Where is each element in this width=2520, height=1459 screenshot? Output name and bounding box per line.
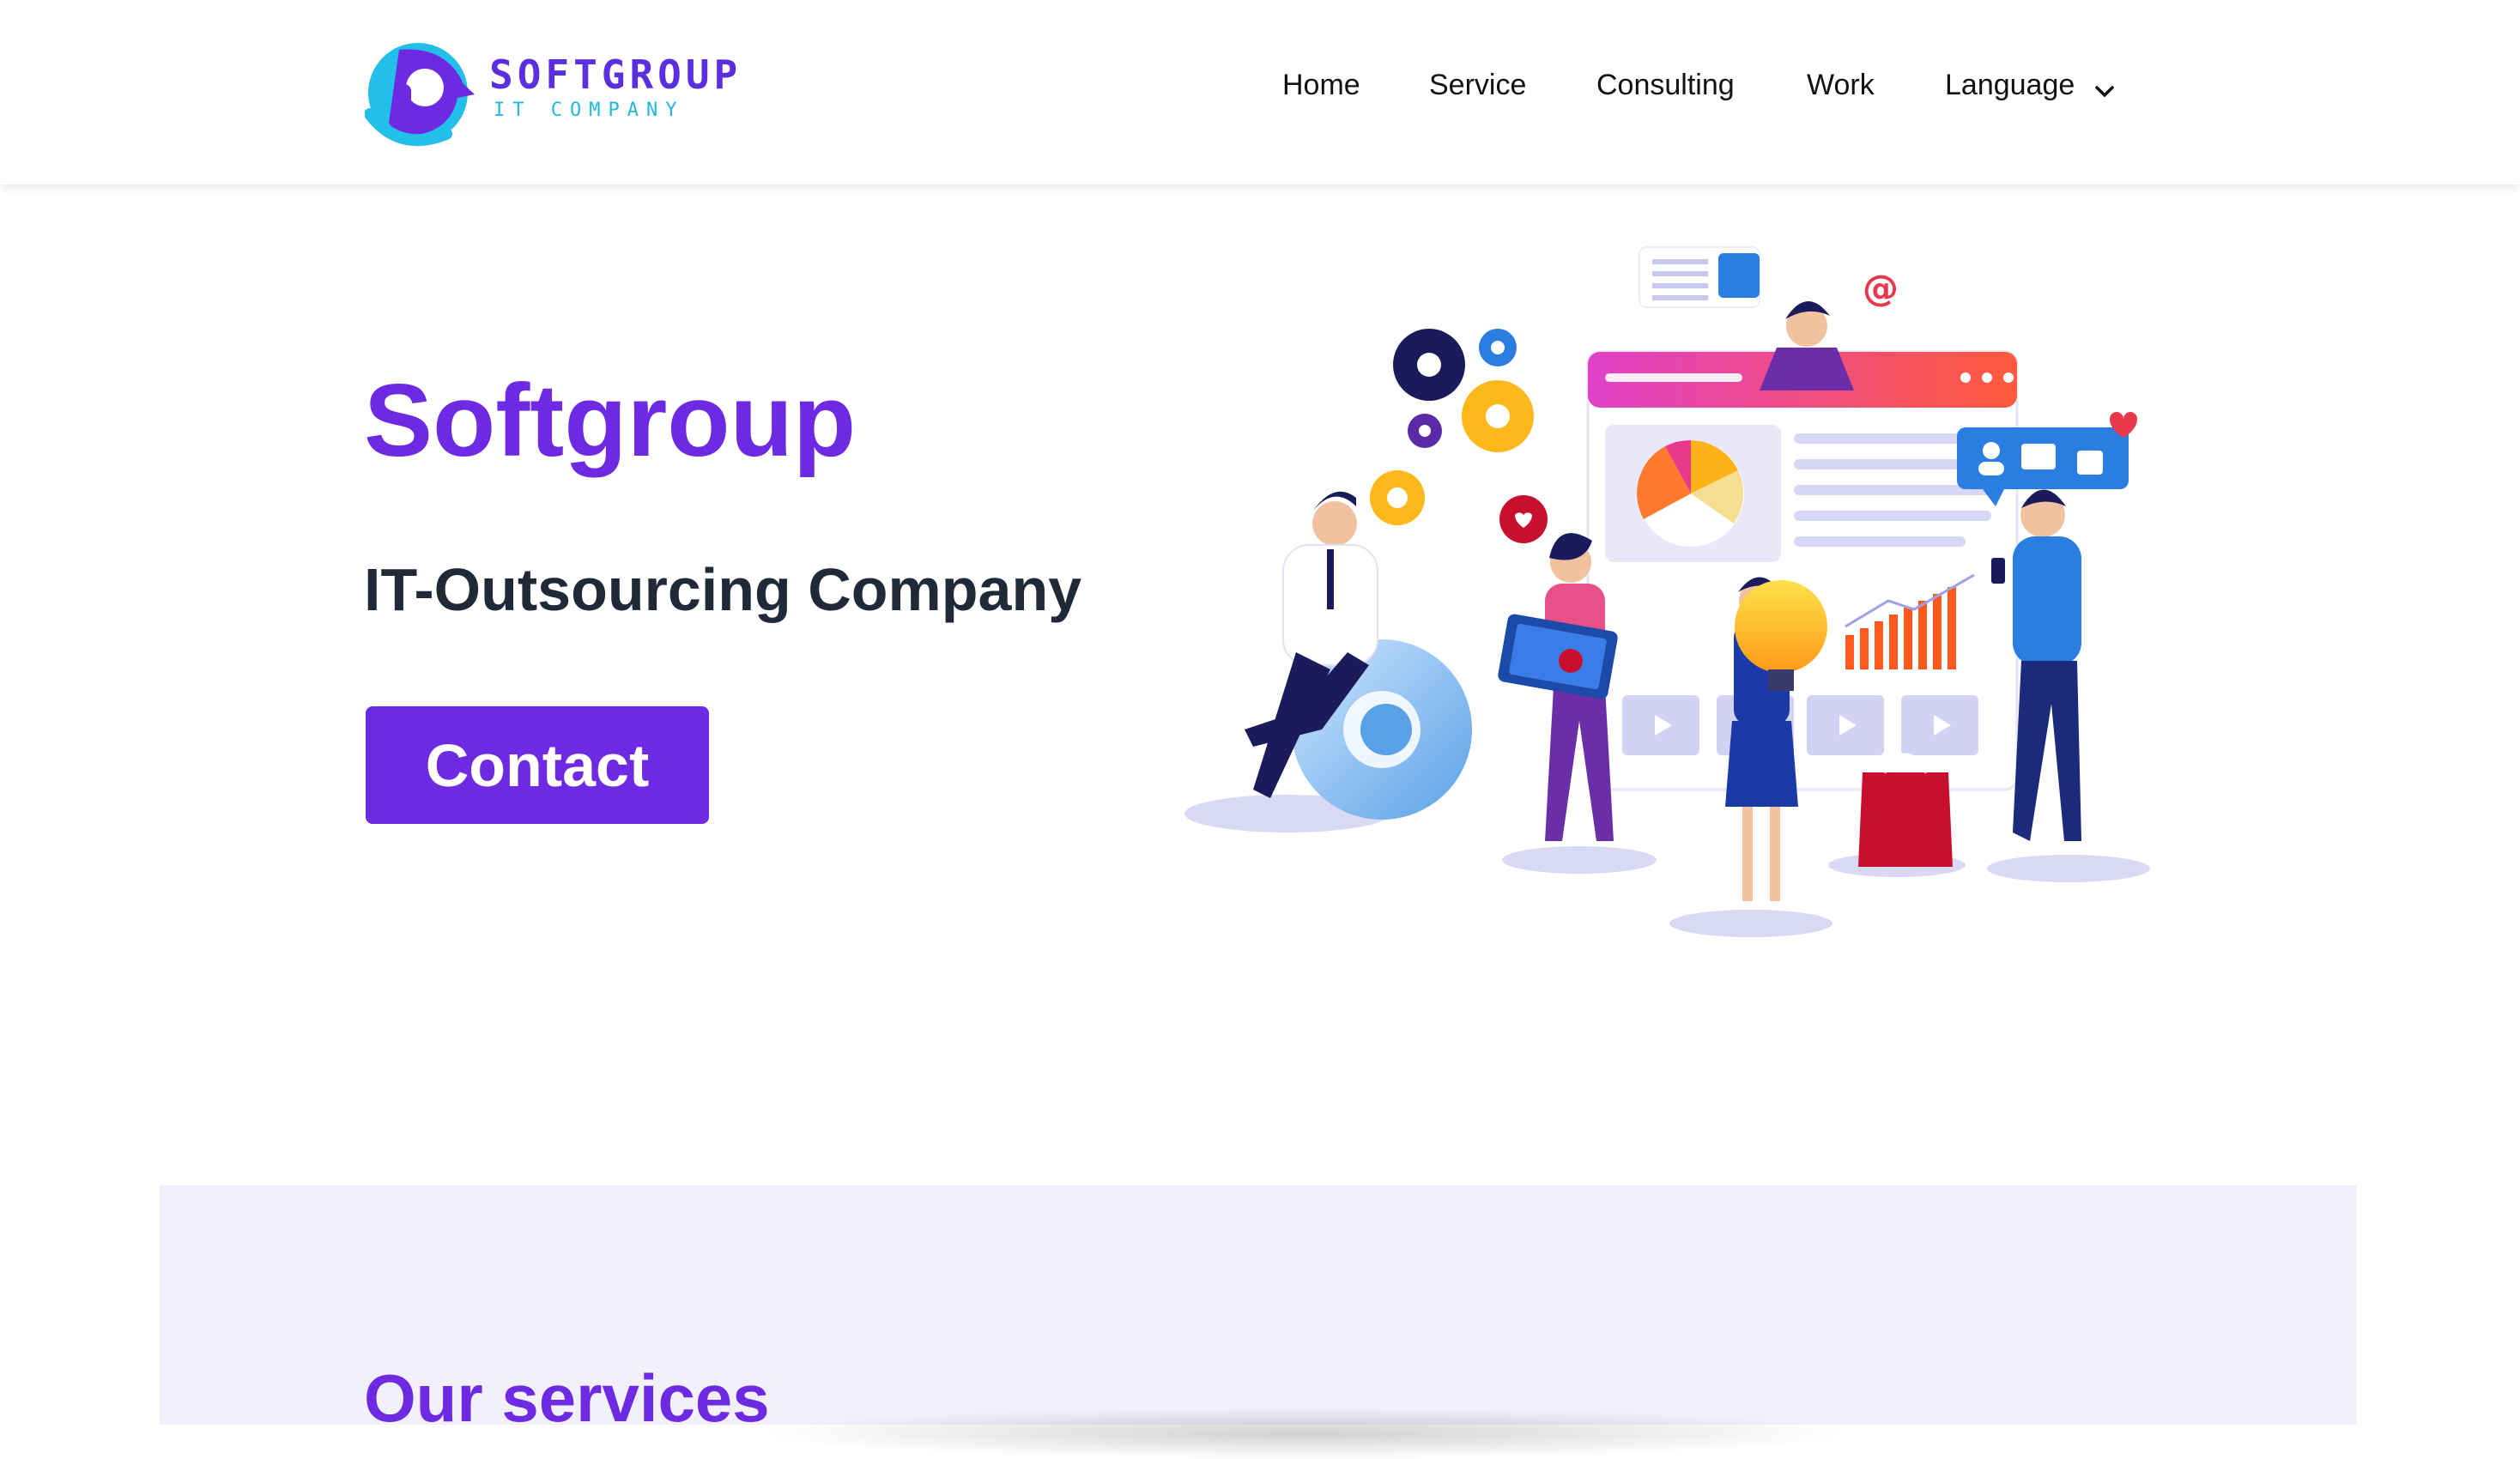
nav-service[interactable]: Service (1429, 69, 1526, 102)
logo-wordmark: SOFTGROUP (489, 51, 742, 98)
hero-subtitle: IT-Outsourcing Company (364, 556, 1082, 623)
shadow (1987, 855, 2150, 882)
nav-consulting[interactable]: Consulting (1596, 69, 1735, 102)
chevron-down-icon[interactable] (2093, 79, 2117, 103)
shadow (1502, 846, 1657, 874)
services-card-shadow (747, 1408, 1863, 1459)
shadow (1669, 910, 1832, 937)
person-figure (1760, 300, 1854, 390)
at-sign-icon: @ (1863, 267, 1899, 309)
nav-language[interactable]: Language (1945, 69, 2075, 102)
site-header: SOFTGROUP IT COMPANY Home Service Consul… (0, 0, 2520, 185)
gear-icon (1393, 329, 1534, 452)
cart-icon (1718, 253, 1760, 298)
hero-illustration: @ (1184, 246, 2150, 937)
logo-mark-icon (365, 43, 475, 147)
nav-work[interactable]: Work (1807, 69, 1875, 102)
contact-button[interactable]: Contact (366, 706, 709, 824)
hero-title: Softgroup (364, 363, 857, 478)
logo[interactable]: SOFTGROUP IT COMPANY (365, 33, 760, 153)
nav-home[interactable]: Home (1282, 69, 1360, 102)
logo-tagline: IT COMPANY (494, 100, 685, 121)
services-title: Our services (364, 1360, 770, 1436)
